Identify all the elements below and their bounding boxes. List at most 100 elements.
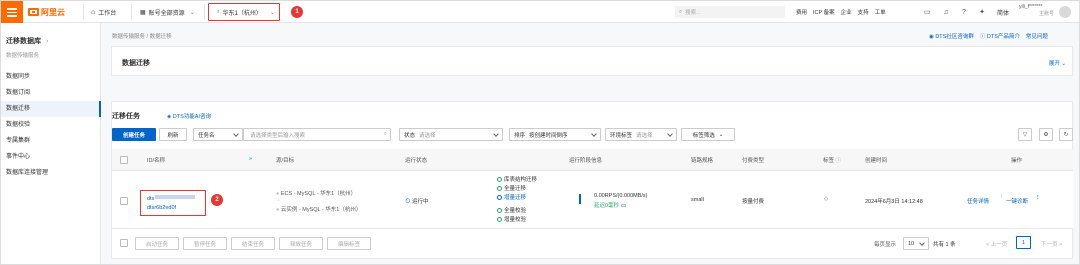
settings-gear-icon[interactable]: ⚙: [1039, 128, 1053, 141]
create-task-button[interactable]: 创建任务: [112, 128, 156, 141]
aliyun-logo-icon: [28, 8, 39, 16]
rps-value: 0.00RPS/(0.000MB/s): [594, 193, 648, 199]
page-size-label: 每页显示: [874, 242, 897, 248]
env-tag-select[interactable]: 环境标签 请选择: [605, 128, 677, 141]
expand-toggle[interactable]: 展开 ⌄: [1049, 59, 1066, 67]
spec-value: small: [691, 197, 704, 203]
check-circle-icon: [497, 208, 502, 213]
filter-icon[interactable]: ▽: [1018, 128, 1032, 141]
col-stage-info: 运行阶段信息: [569, 158, 603, 164]
col-tags: 标签 ⓘ: [823, 158, 842, 164]
migration-card: 数据迁移 展开 ⌄: [111, 46, 1073, 76]
nav-link-support[interactable]: 支持: [858, 8, 869, 16]
workbench-link[interactable]: ⌂ 工作台: [87, 5, 120, 19]
community-link[interactable]: ◉ DTS社区咨询群: [929, 32, 974, 40]
select-all-checkbox[interactable]: [120, 156, 128, 164]
account-resource-dropdown[interactable]: ▦ 账号全部资源 ⌄: [136, 5, 199, 19]
ai-consult-link[interactable]: ◈ DTS功能AI咨询: [167, 112, 211, 120]
running-circle-icon: [497, 195, 502, 200]
help-icon[interactable]: ?: [959, 7, 969, 17]
release-task-button[interactable]: 释放任务: [279, 237, 323, 250]
language-switch[interactable]: 简体: [993, 5, 1013, 19]
tag-icon[interactable]: ◇: [824, 196, 828, 202]
help-icon: ⓘ: [835, 158, 842, 164]
sidebar-item-verify[interactable]: 数据校验: [1, 117, 101, 133]
stage-schema: 库表结构迁移: [497, 175, 537, 183]
annotation-badge-1: 1: [291, 6, 303, 18]
task-section-title: 迁移任务: [112, 113, 140, 120]
user-info[interactable]: yili_f******* 主账号: [1019, 4, 1054, 18]
faq-link[interactable]: 常见问题: [1026, 32, 1048, 40]
sidebar-subtitle: 数据传输服务: [6, 53, 40, 59]
user-role: 主账号: [1039, 11, 1055, 17]
sidebar-item-events[interactable]: 事件中心: [1, 149, 101, 165]
chevron-down-icon: [233, 131, 239, 137]
delay-value: 延迟0毫秒 ▭: [594, 203, 627, 209]
target-endpoint: ● 云实例 - MySQL - 华东1（杭州）: [276, 207, 362, 213]
hamburger-menu-icon[interactable]: [1, 1, 23, 23]
task-name-select[interactable]: 任务名: [193, 128, 243, 141]
stage-incremental: 增量迁移: [497, 193, 526, 201]
top-navbar: 阿里云 ⌂ 工作台 ▦ 账号全部资源 ⌄ ♁ 华东1（杭州） ⌄ 1 ⌕ 搜索.…: [1, 1, 1079, 23]
start-task-button[interactable]: 启动任务: [135, 237, 179, 250]
sidebar-item-connections[interactable]: 数据库连接管理: [1, 165, 101, 181]
region-highlight-box: [208, 3, 280, 21]
pause-task-button[interactable]: 暂停任务: [183, 237, 227, 250]
col-run-status: 运行状态: [405, 158, 428, 164]
check-circle-icon: [497, 186, 502, 191]
reload-icon[interactable]: ↻: [1059, 128, 1073, 141]
chevron-down-icon: ⌄: [189, 9, 195, 16]
expand-columns-icon[interactable]: »: [249, 156, 252, 162]
chevron-down-icon: [919, 240, 925, 246]
nav-link-icp[interactable]: ICP 备案: [813, 8, 835, 16]
status-select[interactable]: 状态 请选择: [399, 128, 503, 141]
prev-page-button[interactable]: < 上一页: [986, 240, 1007, 248]
row-checkbox[interactable]: [120, 197, 128, 205]
bell-icon[interactable]: ♫: [941, 7, 951, 17]
sidebar-title[interactable]: 迁移数据库 ›: [6, 36, 48, 46]
tag-filter-button[interactable]: 标签筛选 ⌄: [681, 128, 735, 141]
search-icon: ⌕: [383, 131, 387, 137]
chart-icon[interactable]: ▭: [621, 203, 626, 209]
sidebar-item-subscribe[interactable]: 数据订阅: [1, 85, 101, 101]
next-page-button[interactable]: 下一页 >: [1041, 240, 1062, 248]
sort-select[interactable]: 排序 按创建时间倒序: [509, 128, 601, 141]
chevron-right-icon: ›: [45, 38, 49, 45]
pay-type-value: 按量付费: [742, 199, 765, 205]
col-actions: 操作: [1011, 158, 1023, 164]
task-search-input[interactable]: 请选择类型后输入搜索 ⌕: [243, 128, 391, 141]
global-search-input[interactable]: ⌕ 搜索...: [675, 6, 785, 18]
diagnose-link[interactable]: 一键诊断: [1006, 197, 1028, 205]
page-1-button[interactable]: 1: [1016, 236, 1031, 249]
nav-link-ticket[interactable]: 工单: [875, 8, 886, 16]
sidebar-item-migrate[interactable]: 数据迁移: [1, 101, 101, 117]
top-nav-links: 费用 ICP 备案 企业 支持 工单: [796, 5, 886, 19]
stage-full-verify: 全量校验: [497, 206, 526, 214]
message-icon[interactable]: ▭: [922, 7, 932, 17]
product-intro-link[interactable]: ⓘ DTS产品简介: [980, 32, 1020, 40]
page-size-select[interactable]: 10: [903, 237, 929, 250]
chevron-down-icon: ⌄: [718, 131, 724, 138]
task-detail-link[interactable]: 任务详情: [967, 197, 989, 205]
edit-tags-button[interactable]: 编辑标签: [327, 237, 371, 250]
aliyun-logo[interactable]: 阿里云: [28, 6, 65, 18]
avatar[interactable]: [1059, 6, 1071, 18]
nav-link-billing[interactable]: 费用: [796, 8, 807, 16]
footer-select-all-checkbox[interactable]: [120, 239, 128, 247]
col-spec: 链路规格: [691, 158, 714, 164]
running-icon: ⊙: [405, 199, 413, 205]
source-endpoint: ● ECS - MySQL - 华东1（杭州）: [276, 191, 357, 197]
more-actions-icon[interactable]: ⋮: [1035, 195, 1041, 201]
stage-incr-verify: 增量校验: [497, 215, 526, 223]
col-source-target: 源/目标: [276, 158, 295, 164]
col-pay-type: 付费类型: [742, 158, 765, 164]
header-links: ◉ DTS社区咨询群 ⓘ DTS产品简介 常见问题: [929, 32, 1048, 40]
nav-link-enterprise[interactable]: 企业: [841, 8, 852, 16]
ai-assistant-icon[interactable]: ✦: [977, 7, 987, 17]
info-icon: ⓘ: [979, 34, 987, 40]
refresh-button[interactable]: 刷新: [159, 128, 187, 141]
chevron-down-icon: [591, 131, 597, 137]
sidebar-item-cluster[interactable]: 专属集群: [1, 133, 101, 149]
end-task-button[interactable]: 结束任务: [231, 237, 275, 250]
sidebar-item-sync[interactable]: 数据同步: [1, 69, 101, 85]
